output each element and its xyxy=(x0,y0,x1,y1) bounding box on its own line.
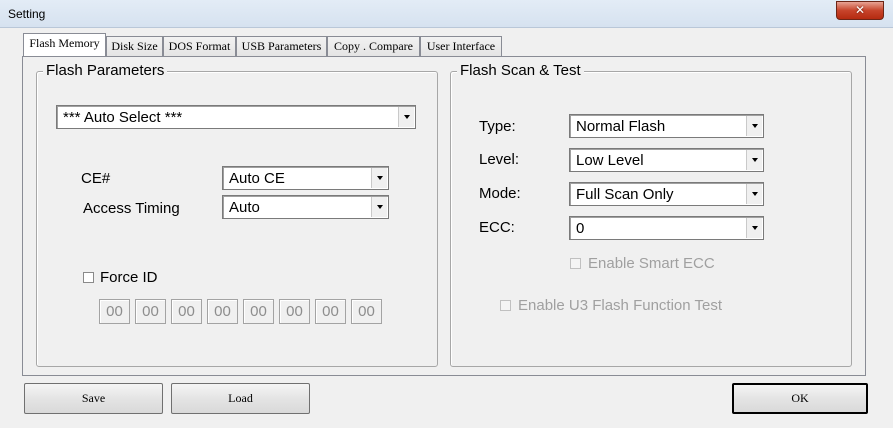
load-button[interactable]: Load xyxy=(171,383,310,414)
chevron-down-icon[interactable] xyxy=(746,218,762,238)
ce-label: CE# xyxy=(81,170,111,187)
smart-ecc-label: Enable Smart ECC xyxy=(588,255,715,272)
flash-parameters-title: Flash Parameters xyxy=(43,62,168,80)
window-title: Setting xyxy=(8,7,46,21)
mode-dropdown[interactable]: Full Scan Only xyxy=(569,182,764,206)
tab-flash-memory[interactable]: Flash Memory xyxy=(23,33,106,56)
type-label: Type: xyxy=(479,118,516,135)
mode-label: Mode: xyxy=(479,185,521,202)
force-id-byte-6[interactable]: 00 xyxy=(279,299,310,324)
chevron-down-icon[interactable] xyxy=(371,197,387,217)
flash-select-dropdown[interactable]: *** Auto Select *** xyxy=(56,105,416,129)
chevron-down-icon[interactable] xyxy=(746,116,762,136)
save-button[interactable]: Save xyxy=(24,383,163,414)
ce-value: Auto CE xyxy=(229,170,285,187)
mode-value: Full Scan Only xyxy=(576,186,674,203)
u3-test-checkbox[interactable] xyxy=(500,300,511,311)
level-dropdown[interactable]: Low Level xyxy=(569,148,764,172)
ecc-label: ECC: xyxy=(479,219,515,236)
access-timing-value: Auto xyxy=(229,199,260,216)
force-id-byte-7[interactable]: 00 xyxy=(315,299,346,324)
chevron-down-icon[interactable] xyxy=(398,107,414,127)
tab-disk-size[interactable]: Disk Size xyxy=(106,36,163,57)
chevron-down-icon[interactable] xyxy=(371,168,387,188)
close-icon: ✕ xyxy=(854,3,866,17)
force-id-byte-2[interactable]: 00 xyxy=(135,299,166,324)
ok-button[interactable]: OK xyxy=(732,383,868,414)
type-value: Normal Flash xyxy=(576,118,666,135)
tab-dos-format[interactable]: DOS Format xyxy=(163,36,236,57)
flash-scan-test-title: Flash Scan & Test xyxy=(457,62,584,80)
title-bar: Setting ✕ xyxy=(0,0,893,28)
access-timing-dropdown[interactable]: Auto xyxy=(222,195,389,219)
flash-select-value: *** Auto Select *** xyxy=(63,109,183,126)
smart-ecc-checkbox[interactable] xyxy=(570,258,581,269)
force-id-label: Force ID xyxy=(100,269,158,286)
close-button[interactable]: ✕ xyxy=(836,1,884,20)
force-id-byte-1[interactable]: 00 xyxy=(99,299,130,324)
tab-user-interface[interactable]: User Interface xyxy=(420,36,502,57)
ecc-value: 0 xyxy=(576,220,585,237)
chevron-down-icon[interactable] xyxy=(746,184,762,204)
u3-test-label: Enable U3 Flash Function Test xyxy=(518,297,723,314)
force-id-byte-4[interactable]: 00 xyxy=(207,299,238,324)
ecc-dropdown[interactable]: 0 xyxy=(569,216,764,240)
chevron-down-icon[interactable] xyxy=(746,150,762,170)
level-label: Level: xyxy=(479,151,520,168)
type-dropdown[interactable]: Normal Flash xyxy=(569,114,764,138)
force-id-byte-5[interactable]: 00 xyxy=(243,299,274,324)
ce-dropdown[interactable]: Auto CE xyxy=(222,166,389,190)
force-id-byte-8[interactable]: 00 xyxy=(351,299,382,324)
force-id-byte-3[interactable]: 00 xyxy=(171,299,202,324)
level-value: Low Level xyxy=(576,152,644,169)
tab-copy-compare[interactable]: Copy . Compare xyxy=(327,36,420,57)
tab-usb-parameters[interactable]: USB Parameters xyxy=(236,36,327,57)
force-id-checkbox[interactable] xyxy=(83,272,94,283)
access-timing-label: Access Timing xyxy=(83,200,180,217)
